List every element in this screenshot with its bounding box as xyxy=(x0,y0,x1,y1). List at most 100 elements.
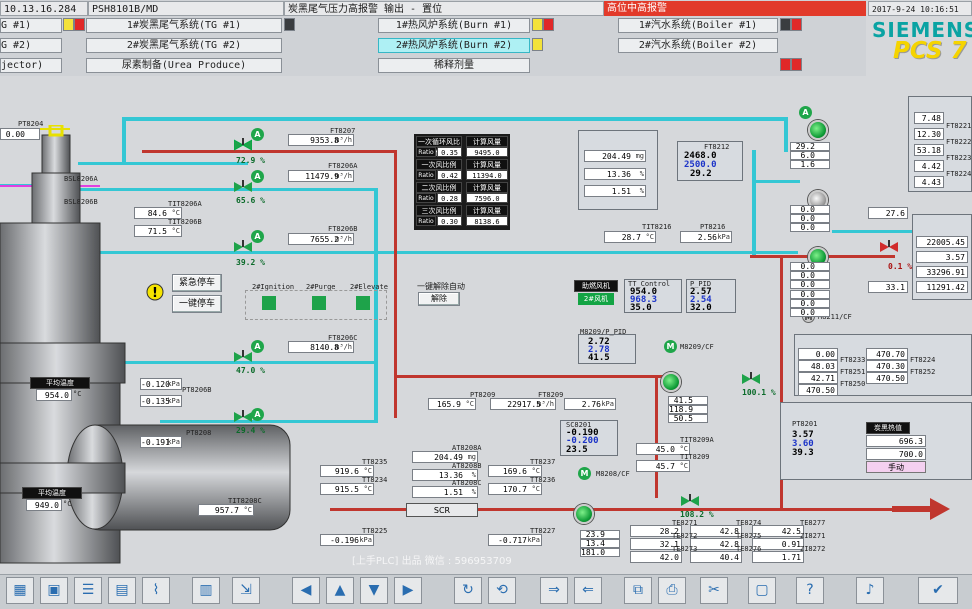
nav-right-icon[interactable]: ▶ xyxy=(394,577,422,604)
motor-value[interactable]: 0.0 xyxy=(790,280,830,289)
calc-value[interactable]: 11394.0 xyxy=(466,170,508,180)
nav-tg2[interactable]: 2#炭黑尾气系统(TG #2) xyxy=(86,38,282,53)
pt8209b-value[interactable]: 2.76 kPa xyxy=(564,398,616,410)
nav-tg2-left[interactable]: G #2) xyxy=(0,38,62,53)
nav-boiler2[interactable]: 2#汽水系统(Boiler #2) xyxy=(618,38,778,53)
tt8236-value[interactable]: 170.7 °C xyxy=(488,483,542,495)
coal-heat-value-2[interactable]: 700.0 xyxy=(866,448,926,460)
right-mid-value[interactable]: 11291.42 xyxy=(916,281,968,293)
nav-up-icon[interactable]: ▲ xyxy=(326,577,354,604)
ft8206b-value[interactable]: 7655.2 m³/h xyxy=(288,233,354,245)
nav-tg1-left[interactable]: G #1) xyxy=(0,18,62,33)
avg-temp-value[interactable]: 954.0 xyxy=(36,389,72,401)
motor-value[interactable]: 50.5 xyxy=(668,414,708,423)
folder-icon[interactable]: ▣ xyxy=(40,577,68,604)
at8208c-mini[interactable]: 1.51% xyxy=(584,185,646,197)
right-bottom-value[interactable]: 470.70 xyxy=(866,348,908,360)
right-top-value[interactable]: 53.18 xyxy=(914,144,944,156)
save-icon[interactable]: ▢ xyxy=(748,577,776,604)
nav-left-icon[interactable]: ◀ xyxy=(292,577,320,604)
overview-icon[interactable]: ▦ xyxy=(6,577,34,604)
motor-value[interactable]: 0.0 xyxy=(790,299,830,308)
print-icon[interactable]: ⎙ xyxy=(658,577,686,604)
emergency-stop-button[interactable]: 紧急停车 xyxy=(172,274,222,292)
control-valve-icon[interactable] xyxy=(742,372,760,386)
pump-m8209-icon[interactable] xyxy=(661,372,681,392)
avg-temp-value-2[interactable]: 949.0 xyxy=(26,499,62,511)
pt8208-value[interactable]: -0.191 kPa xyxy=(140,436,182,448)
right-mid-value[interactable]: 27.6 xyxy=(868,207,908,219)
right-bottom-value[interactable]: 470.50 xyxy=(866,372,908,384)
ignition-status-icon[interactable] xyxy=(262,296,276,310)
scr-reactor[interactable]: SCR xyxy=(406,503,478,517)
pt8209-value[interactable]: 165.9 °C xyxy=(428,398,476,410)
motor-value[interactable]: 13.4 xyxy=(580,539,620,548)
motor-value[interactable]: 0.0 xyxy=(790,223,830,232)
nav-boiler1[interactable]: 1#汽水系统(Boiler #1) xyxy=(618,18,778,33)
pt8204-value[interactable]: 0.00 xyxy=(0,128,40,140)
nav-burn2[interactable]: 2#热风炉系统(Burn #2) xyxy=(378,38,530,53)
pt8216-value[interactable]: 2.56 kPa xyxy=(680,231,732,243)
nav-injector-left[interactable]: jector) xyxy=(0,58,62,73)
sound-icon[interactable]: ♪ xyxy=(856,577,884,604)
hierarchy-icon[interactable]: ▥ xyxy=(192,577,220,604)
nav-down-icon[interactable]: ▼ xyxy=(360,577,388,604)
elevate-status-icon[interactable] xyxy=(356,296,370,310)
tt8234-value[interactable]: 915.5 °C xyxy=(320,483,374,495)
motor-value[interactable]: 0.0 xyxy=(790,290,830,299)
right-mid-value[interactable]: 22005.45 xyxy=(916,236,968,248)
pt8206a-value[interactable]: -0.120 kPa xyxy=(140,378,182,390)
sync-icon[interactable]: ⟲ xyxy=(488,577,516,604)
motor-value[interactable]: 0.0 xyxy=(790,205,830,214)
one-key-stop-button[interactable]: 一键停车 xyxy=(172,295,222,313)
ft8207-value[interactable]: 9353.8 m³/h xyxy=(288,134,354,146)
pt8206b-value[interactable]: -0.135 kPa xyxy=(140,395,182,407)
motor-value[interactable]: 181.0 xyxy=(580,548,620,557)
control-valve-icon[interactable] xyxy=(234,410,252,424)
tools-icon[interactable]: ✂ xyxy=(700,577,728,604)
ratio-value[interactable]: 0.35 xyxy=(437,147,462,157)
refresh-icon[interactable]: ↻ xyxy=(454,577,482,604)
motor-value[interactable]: 1.6 xyxy=(790,160,830,169)
right-top-value[interactable]: 4.43 xyxy=(914,176,944,188)
right-bottom-value[interactable]: 48.03 xyxy=(798,360,838,372)
tit8208c-value[interactable]: 957.7 °C xyxy=(198,504,254,516)
manual-mode-button[interactable]: 手动 xyxy=(866,461,926,473)
right-bottom-value[interactable]: 42.71 xyxy=(798,372,838,384)
acknowledge-icon[interactable]: ✔ xyxy=(918,577,958,604)
lower-table-value[interactable]: 42.8 xyxy=(690,525,742,537)
motor-value[interactable]: 0.0 xyxy=(790,214,830,223)
right-bottom-value[interactable]: 470.50 xyxy=(798,384,838,396)
tit8209b-value[interactable]: 45.7 °C xyxy=(636,460,690,472)
control-valve-icon[interactable] xyxy=(234,180,252,194)
ratio-value[interactable]: 0.30 xyxy=(437,216,462,226)
control-valve-icon[interactable] xyxy=(234,138,252,152)
right-top-value[interactable]: 4.42 xyxy=(914,160,944,172)
control-valve-red-icon[interactable] xyxy=(880,240,898,254)
ft8206c-value[interactable]: 8140.8 m³/h xyxy=(288,341,354,353)
tit8206b-value[interactable]: 71.5 °C xyxy=(134,225,182,237)
motor-value[interactable]: 23.9 xyxy=(580,530,620,539)
alarm-banner-right[interactable]: 高位中高报警 xyxy=(604,1,866,16)
ratio-value[interactable]: 0.42 xyxy=(437,170,462,180)
at8208b-mini[interactable]: 13.36% xyxy=(584,168,646,180)
help-icon[interactable]: ? xyxy=(796,577,824,604)
motor-value[interactable]: 118.9 xyxy=(668,405,708,414)
tt8225-value[interactable]: -0.196 kPa xyxy=(320,534,374,546)
lower-table-value[interactable]: 42.0 xyxy=(630,551,682,563)
motor-value[interactable]: 6.0 xyxy=(790,151,830,160)
nav-dilute[interactable]: 稀释剂量 xyxy=(378,58,530,73)
coal-heat-value-1[interactable]: 696.3 xyxy=(866,435,926,447)
nav-urea[interactable]: 尿素制备(Urea Produce) xyxy=(86,58,282,73)
forward-icon[interactable]: ⇒ xyxy=(540,577,568,604)
unlock-button[interactable]: 解除 xyxy=(418,292,460,306)
right-bottom-value[interactable]: 470.30 xyxy=(866,360,908,372)
right-mid-value[interactable]: 3.57 xyxy=(916,251,968,263)
motor-value[interactable]: 29.2 xyxy=(790,142,830,151)
backward-icon[interactable]: ⇐ xyxy=(574,577,602,604)
calc-value[interactable]: 7596.0 xyxy=(466,193,508,203)
ratio-value[interactable]: 0.28 xyxy=(437,193,462,203)
lower-table-value[interactable]: 1.71 xyxy=(752,551,804,563)
alarm-list-icon[interactable]: ☰ xyxy=(74,577,102,604)
calc-value[interactable]: 8138.6 xyxy=(466,216,508,226)
